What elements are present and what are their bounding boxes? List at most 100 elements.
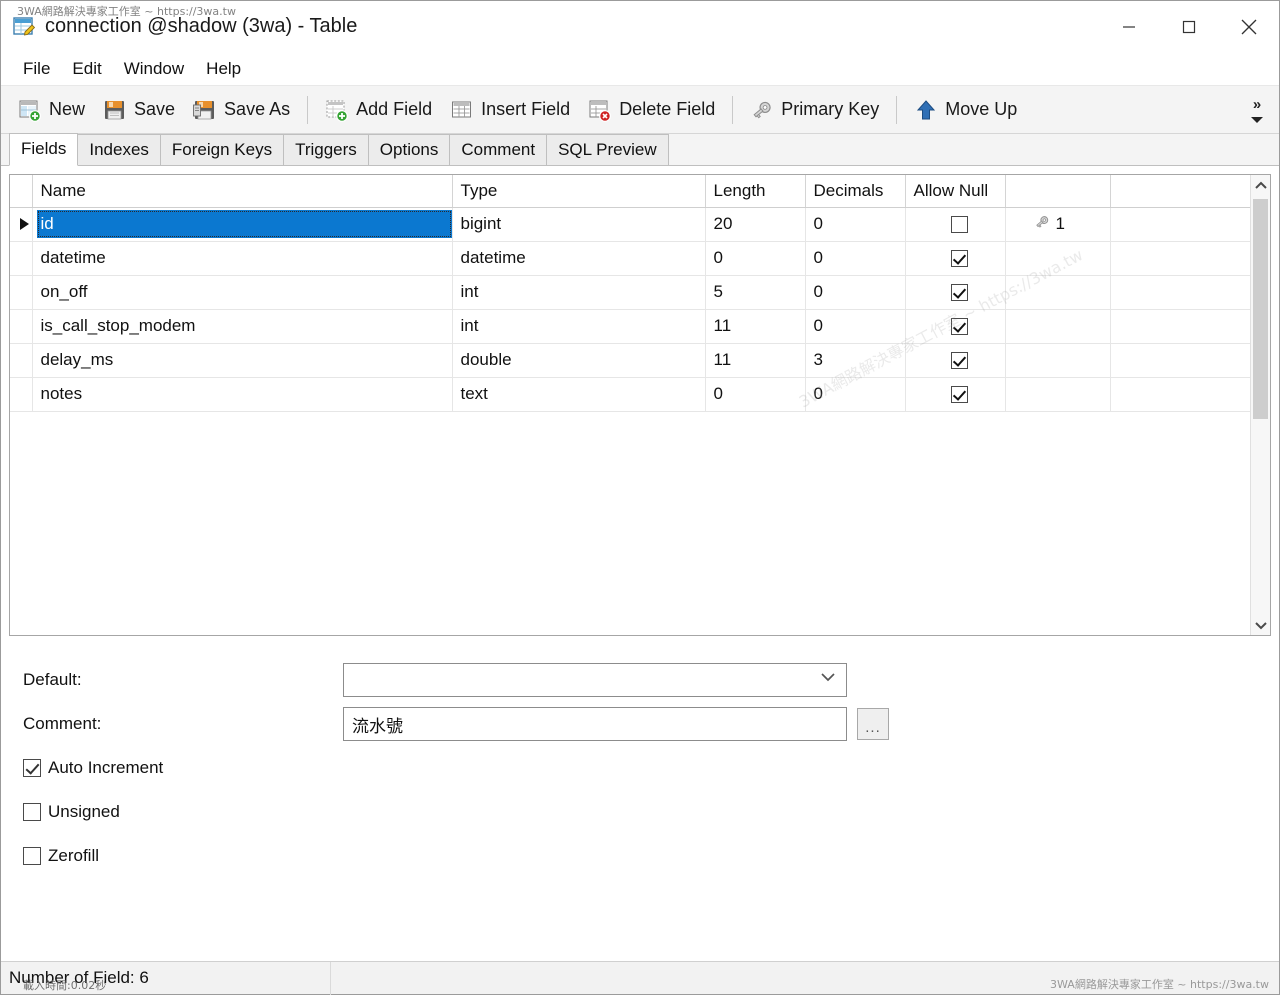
table-row[interactable]: id bigint 20 0: [10, 207, 1250, 241]
cell-allow-null[interactable]: [905, 377, 1005, 411]
table-row[interactable]: is_call_stop_modem int 11 0: [10, 309, 1250, 343]
unsigned-row[interactable]: Unsigned: [23, 790, 1279, 834]
cell-field-decimals[interactable]: 0: [805, 207, 905, 241]
cell-field-type[interactable]: int: [452, 275, 705, 309]
new-button[interactable]: New: [9, 91, 94, 129]
tab-sql-preview[interactable]: SQL Preview: [546, 134, 669, 165]
default-combobox[interactable]: [343, 663, 847, 697]
allow-null-checkbox[interactable]: [951, 386, 968, 403]
field-name-editor[interactable]: id: [37, 210, 452, 238]
menu-item-file[interactable]: File: [13, 56, 60, 82]
tab-foreign-keys[interactable]: Foreign Keys: [160, 134, 284, 165]
primary-key-button[interactable]: Primary Key: [741, 91, 888, 129]
cell-filler: [1110, 207, 1250, 241]
comment-input[interactable]: 流水號: [343, 707, 847, 741]
cell-field-type[interactable]: double: [452, 343, 705, 377]
cell-field-length[interactable]: 11: [705, 309, 805, 343]
allow-null-checkbox[interactable]: [951, 284, 968, 301]
tab-fields[interactable]: Fields: [9, 133, 78, 166]
add-field-button[interactable]: Add Field: [316, 91, 441, 129]
table-row[interactable]: notes text 0 0: [10, 377, 1250, 411]
cell-allow-null[interactable]: [905, 309, 1005, 343]
cell-field-decimals[interactable]: 0: [805, 309, 905, 343]
move-up-button[interactable]: Move Up: [905, 91, 1026, 129]
cell-filler: [1110, 377, 1250, 411]
maximize-button[interactable]: [1159, 1, 1219, 52]
insert-field-button[interactable]: Insert Field: [441, 91, 579, 129]
table-row[interactable]: delay_ms double 11 3: [10, 343, 1250, 377]
allow-null-checkbox[interactable]: [951, 352, 968, 369]
cell-allow-null[interactable]: [905, 207, 1005, 241]
cell-field-type[interactable]: int: [452, 309, 705, 343]
cell-field-decimals[interactable]: 0: [805, 377, 905, 411]
cell-field-type[interactable]: text: [452, 377, 705, 411]
fields-grid-body: Name Type Length Decimals Allow Null: [10, 175, 1250, 635]
table-row[interactable]: on_off int 5 0: [10, 275, 1250, 309]
toolbar-overflow-button[interactable]: »: [1239, 86, 1275, 133]
tab-options[interactable]: Options: [368, 134, 451, 165]
arrow-up-icon: [914, 98, 938, 122]
menu-item-help[interactable]: Help: [196, 56, 251, 82]
column-header-type[interactable]: Type: [452, 175, 705, 207]
cell-primary-key[interactable]: [1005, 275, 1110, 309]
status-bar: Number of Field: 6 載入時間:0.02秒 3WA網路解決專家工…: [1, 961, 1279, 994]
column-header-length[interactable]: Length: [705, 175, 805, 207]
column-header-decimals[interactable]: Decimals: [805, 175, 905, 207]
delete-field-button-label: Delete Field: [619, 99, 715, 120]
cell-field-name[interactable]: delay_ms: [32, 343, 452, 377]
cell-allow-null[interactable]: [905, 343, 1005, 377]
cell-field-name[interactable]: id: [32, 207, 452, 241]
cell-field-name[interactable]: datetime: [32, 241, 452, 275]
scroll-up-icon[interactable]: [1251, 175, 1270, 195]
close-button[interactable]: [1219, 1, 1279, 52]
cell-primary-key[interactable]: [1005, 241, 1110, 275]
auto-increment-checkbox[interactable]: [23, 759, 41, 777]
tab-triggers[interactable]: Triggers: [283, 134, 369, 165]
allow-null-checkbox[interactable]: [951, 216, 968, 233]
cell-field-name[interactable]: notes: [32, 377, 452, 411]
allow-null-checkbox[interactable]: [951, 318, 968, 335]
grid-vertical-scrollbar[interactable]: [1250, 175, 1270, 635]
save-as-button[interactable]: Save As: [184, 91, 299, 129]
cell-field-name[interactable]: on_off: [32, 275, 452, 309]
comment-ellipsis-button[interactable]: ...: [857, 708, 889, 740]
scrollbar-thumb[interactable]: [1253, 199, 1268, 419]
cell-primary-key[interactable]: [1005, 309, 1110, 343]
cell-primary-key[interactable]: 1: [1005, 207, 1110, 241]
column-header-filler: [1110, 175, 1250, 207]
add-field-icon: [325, 98, 349, 122]
column-header-name[interactable]: Name: [32, 175, 452, 207]
cell-allow-null[interactable]: [905, 275, 1005, 309]
scroll-down-icon[interactable]: [1251, 615, 1270, 635]
column-header-allow-null[interactable]: Allow Null: [905, 175, 1005, 207]
cell-field-length[interactable]: 0: [705, 241, 805, 275]
cell-primary-key[interactable]: [1005, 343, 1110, 377]
cell-primary-key[interactable]: [1005, 377, 1110, 411]
tab-indexes[interactable]: Indexes: [77, 134, 161, 165]
cell-field-decimals[interactable]: 0: [805, 275, 905, 309]
save-button[interactable]: Save: [94, 91, 184, 129]
cell-field-length[interactable]: 20: [705, 207, 805, 241]
cell-field-length[interactable]: 11: [705, 343, 805, 377]
menu-item-window[interactable]: Window: [114, 56, 194, 82]
column-header-key[interactable]: [1005, 175, 1110, 207]
cell-field-decimals[interactable]: 3: [805, 343, 905, 377]
zerofill-row[interactable]: Zerofill: [23, 834, 1279, 878]
cell-field-name[interactable]: is_call_stop_modem: [32, 309, 452, 343]
allow-null-checkbox[interactable]: [951, 250, 968, 267]
unsigned-checkbox[interactable]: [23, 803, 41, 821]
cell-field-length[interactable]: 0: [705, 377, 805, 411]
minimize-button[interactable]: [1099, 1, 1159, 52]
auto-increment-row[interactable]: Auto Increment: [23, 746, 1279, 790]
table-row[interactable]: datetime datetime 0 0: [10, 241, 1250, 275]
cell-field-length[interactable]: 5: [705, 275, 805, 309]
zerofill-checkbox[interactable]: [23, 847, 41, 865]
menu-item-edit[interactable]: Edit: [62, 56, 111, 82]
cell-allow-null[interactable]: [905, 241, 1005, 275]
tab-comment[interactable]: Comment: [449, 134, 547, 165]
cell-field-type[interactable]: bigint: [452, 207, 705, 241]
cell-field-decimals[interactable]: 0: [805, 241, 905, 275]
delete-field-button[interactable]: Delete Field: [579, 91, 724, 129]
current-row-arrow-icon: [20, 218, 29, 230]
cell-field-type[interactable]: datetime: [452, 241, 705, 275]
